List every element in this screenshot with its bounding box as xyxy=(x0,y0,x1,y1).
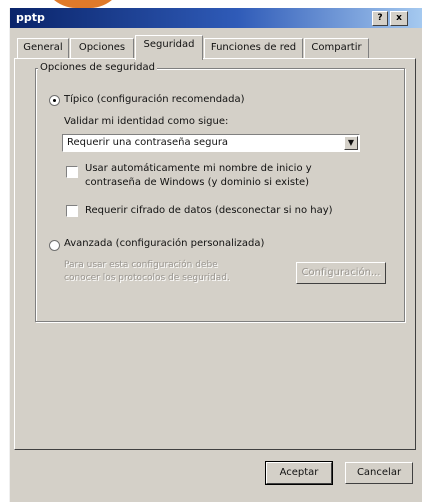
decorative-orange-shape xyxy=(42,0,124,8)
help-button[interactable]: ? xyxy=(372,11,388,26)
encryption-checkbox[interactable] xyxy=(66,205,78,217)
advanced-radio[interactable] xyxy=(49,240,60,251)
validate-dropdown-value: Requerir una contraseña segura xyxy=(67,137,229,148)
advanced-description-line1: Para usar esta configuración debe xyxy=(64,260,218,270)
group-title: Opciones de seguridad xyxy=(38,62,157,73)
advanced-description-line2: conocer los protocolos de seguridad. xyxy=(64,273,230,283)
tab-compartir[interactable]: Compartir xyxy=(304,38,369,58)
typical-radio-label[interactable]: Típico (configuración recomendada) xyxy=(64,94,245,105)
tab-opciones[interactable]: Opciones xyxy=(70,38,134,58)
typical-radio[interactable] xyxy=(49,95,60,106)
tab-funciones-de-red[interactable]: Funciones de red xyxy=(204,38,303,58)
tab-seguridad[interactable]: Seguridad xyxy=(135,35,203,60)
configuration-button[interactable]: Configuración... xyxy=(296,262,386,284)
auto-logon-label-line2[interactable]: contraseña de Windows (y dominio si exis… xyxy=(85,177,309,188)
auto-logon-label-line1[interactable]: Usar automáticamente mi nombre de inicio… xyxy=(85,163,312,174)
chevron-down-icon[interactable]: ▼ xyxy=(344,136,358,150)
advanced-radio-label[interactable]: Avanzada (configuración personalizada) xyxy=(64,238,264,249)
cancel-button[interactable]: Cancelar xyxy=(345,462,413,484)
auto-logon-checkbox[interactable] xyxy=(66,166,78,178)
validate-dropdown[interactable]: Requerir una contraseña segura ▼ xyxy=(62,134,360,152)
encryption-label[interactable]: Requerir cifrado de datos (desconectar s… xyxy=(85,205,333,216)
close-button[interactable]: x xyxy=(390,11,408,26)
tab-general[interactable]: General xyxy=(17,38,69,58)
accept-button[interactable]: Aceptar xyxy=(265,461,333,485)
window-title: pptp xyxy=(16,11,45,24)
validate-label: Validar mi identidad como sigue: xyxy=(64,116,229,127)
title-bar: pptp ? x xyxy=(10,8,422,28)
